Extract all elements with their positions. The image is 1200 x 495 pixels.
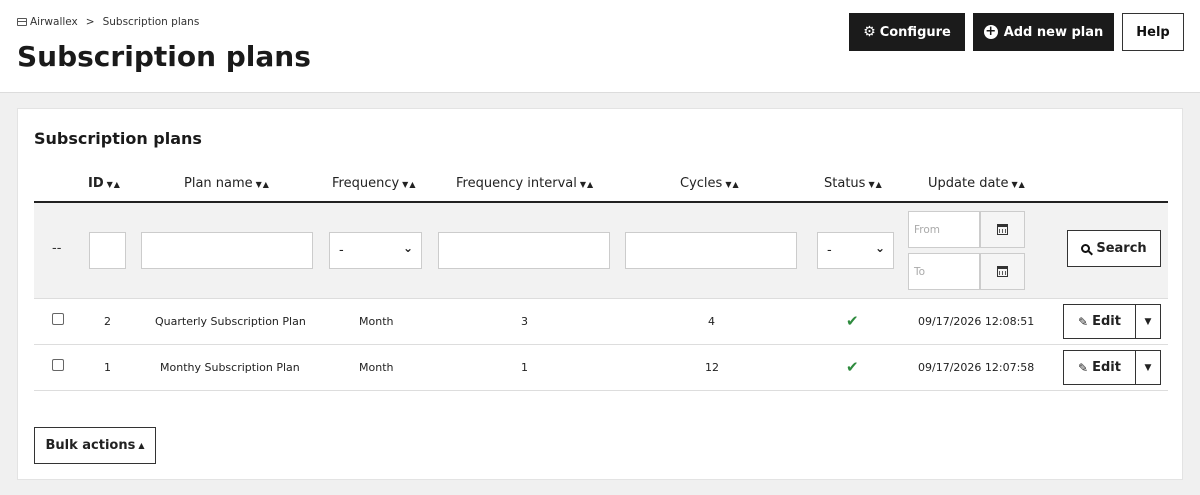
card-title: Subscription plans <box>34 129 202 148</box>
breadcrumb-current: Subscription plans <box>102 16 200 28</box>
sort-down-up-icon[interactable]: ▼▲ <box>107 180 121 189</box>
cell-plan-name: Monthy Subscription Plan <box>160 361 300 374</box>
edit-button[interactable]: ✎ Edit <box>1063 350 1136 385</box>
frequency-filter-select[interactable]: - ⌄ <box>329 232 422 269</box>
sort-down-up-icon[interactable]: ▼▲ <box>868 180 882 189</box>
row-actions-dropdown-button[interactable]: ▼ <box>1135 350 1161 385</box>
edit-label: Edit <box>1092 314 1121 329</box>
cell-id: 1 <box>104 361 111 374</box>
sort-down-up-icon[interactable]: ▼▲ <box>1012 180 1026 189</box>
subscription-plans-card: Subscription plans ID ▼▲ Plan name ▼▲ Freq… <box>17 108 1183 480</box>
caret-up-icon: ▲ <box>138 441 145 450</box>
cell-plan-name: Quarterly Subscription Plan <box>155 315 306 328</box>
cell-cycles: 4 <box>708 315 715 328</box>
search-label: Search <box>1096 241 1147 256</box>
column-header-cycles[interactable]: Cycles ▼▲ <box>680 176 740 191</box>
plan-name-filter-input[interactable] <box>141 232 313 269</box>
frequency-interval-filter-input[interactable] <box>438 232 610 269</box>
window-icon <box>17 18 27 26</box>
sort-down-up-icon[interactable]: ▼▲ <box>580 180 594 189</box>
help-label: Help <box>1136 24 1170 40</box>
date-from-placeholder: From <box>914 224 941 236</box>
help-button[interactable]: Help <box>1122 13 1184 51</box>
search-button[interactable]: Search <box>1067 230 1161 267</box>
row-checkbox[interactable] <box>52 359 64 371</box>
column-label: ID <box>88 176 104 191</box>
search-icon <box>1081 244 1091 253</box>
add-new-plan-label: Add new plan <box>1003 24 1104 40</box>
sort-down-up-icon[interactable]: ▼▲ <box>402 180 416 189</box>
id-filter-input[interactable] <box>89 232 126 269</box>
cell-update-date: 09/17/2026 12:08:51 <box>918 315 1035 328</box>
calendar-icon <box>997 266 1008 277</box>
filter-row: -- - ⌄ - ⌄ From To Search <box>34 203 1168 299</box>
cell-id: 2 <box>104 315 111 328</box>
column-label: Update date <box>928 176 1009 191</box>
plus-circle-icon: + <box>983 24 998 39</box>
caret-down-icon: ▼ <box>1144 362 1152 373</box>
sort-down-up-icon[interactable]: ▼▲ <box>256 180 270 189</box>
date-from-calendar-button[interactable] <box>980 211 1025 248</box>
chevron-down-icon: ⌄ <box>402 241 413 255</box>
column-header-plan-name[interactable]: Plan name ▼▲ <box>184 176 270 191</box>
date-to-calendar-button[interactable] <box>980 253 1025 290</box>
column-label: Frequency <box>332 176 400 191</box>
sort-down-up-icon[interactable]: ▼▲ <box>725 180 739 189</box>
column-header-frequency[interactable]: Frequency ▼▲ <box>332 176 416 191</box>
cell-update-date: 09/17/2026 12:07:58 <box>918 361 1035 374</box>
caret-down-icon: ▼ <box>1144 316 1152 327</box>
configure-button[interactable]: ⚙ Configure <box>849 13 965 51</box>
row-actions-dropdown-button[interactable]: ▼ <box>1135 304 1161 339</box>
column-header-status[interactable]: Status ▼▲ <box>824 176 883 191</box>
frequency-selected-value: - <box>339 243 344 258</box>
cell-frequency: Month <box>359 315 394 328</box>
cycles-filter-input[interactable] <box>625 232 797 269</box>
breadcrumb: Airwallex > Subscription plans <box>17 16 199 28</box>
date-from-input[interactable]: From <box>908 211 980 248</box>
column-label: Frequency interval <box>456 176 577 191</box>
bulk-actions-label: Bulk actions <box>45 438 136 453</box>
cell-frequency-interval: 1 <box>521 361 528 374</box>
column-label: Cycles <box>680 176 723 191</box>
calendar-icon <box>997 224 1008 235</box>
add-new-plan-button[interactable]: + Add new plan <box>973 13 1114 51</box>
check-icon: ✔ <box>846 312 859 330</box>
pencil-icon: ✎ <box>1078 360 1089 375</box>
breadcrumb-root-link[interactable]: Airwallex <box>30 16 78 28</box>
edit-button[interactable]: ✎ Edit <box>1063 304 1136 339</box>
breadcrumb-separator: > <box>85 16 95 28</box>
row-checkbox[interactable] <box>52 313 64 325</box>
column-header-id[interactable]: ID ▼▲ <box>88 176 121 191</box>
date-to-input[interactable]: To <box>908 253 980 290</box>
status-filter-select[interactable]: - ⌄ <box>817 232 894 269</box>
check-icon: ✔ <box>846 358 859 376</box>
cell-cycles: 12 <box>705 361 719 374</box>
gears-icon: ⚙ <box>863 24 876 40</box>
status-selected-value: - <box>827 243 832 258</box>
date-to-placeholder: To <box>914 266 926 278</box>
table-row: 2 Quarterly Subscription Plan Month 3 4 … <box>34 299 1168 345</box>
chevron-down-icon: ⌄ <box>874 241 885 255</box>
page-title: Subscription plans <box>17 40 311 73</box>
cell-frequency-interval: 3 <box>521 315 528 328</box>
edit-label: Edit <box>1092 360 1121 375</box>
column-label: Plan name <box>184 176 253 191</box>
pencil-icon: ✎ <box>1078 314 1089 329</box>
bulk-actions-button[interactable]: Bulk actions ▲ <box>34 427 156 464</box>
column-label: Status <box>824 176 866 191</box>
column-header-update-date[interactable]: Update date ▼▲ <box>928 176 1026 191</box>
table-row: 1 Monthy Subscription Plan Month 1 12 ✔ … <box>34 345 1168 391</box>
configure-label: Configure <box>879 24 951 40</box>
column-header-frequency-interval[interactable]: Frequency interval ▼▲ <box>456 176 594 191</box>
page-header: Airwallex > Subscription plans Subscript… <box>0 0 1200 93</box>
cell-frequency: Month <box>359 361 394 374</box>
empty-filter-marker: -- <box>52 241 62 256</box>
